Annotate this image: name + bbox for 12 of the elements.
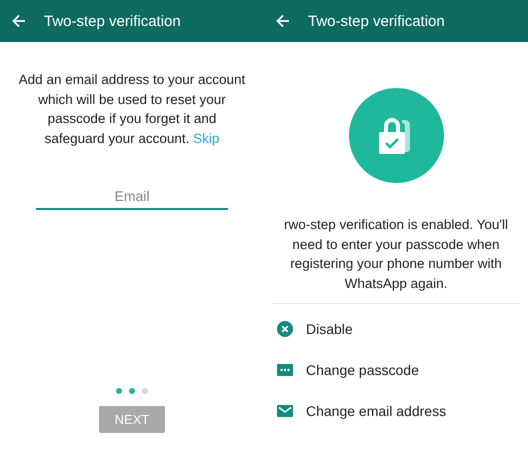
- password-icon: [277, 364, 293, 376]
- status-text: rwo-step verification is enabled. You'll need to enter your passcode when registering your phone number with WhatsApp again.: [283, 216, 509, 293]
- menu-option[interactable]: Change passcode: [306, 362, 419, 378]
- screen-title: Two-step verification: [308, 12, 445, 30]
- back-arrow-icon[interactable]: [276, 14, 290, 28]
- menu-option[interactable]: Change email address: [306, 402, 446, 418]
- envelope-icon: [277, 404, 293, 416]
- menu-option[interactable]: Disable: [306, 320, 353, 336]
- back-arrow-icon[interactable]: [12, 14, 26, 28]
- screen-title: Two-step verification: [44, 12, 181, 30]
- instruction-text: Add an email address to your account which will be used to reset your passcode if you forget it and safeguard your account. Skip: [18, 71, 246, 148]
- close-icon: [277, 320, 293, 336]
